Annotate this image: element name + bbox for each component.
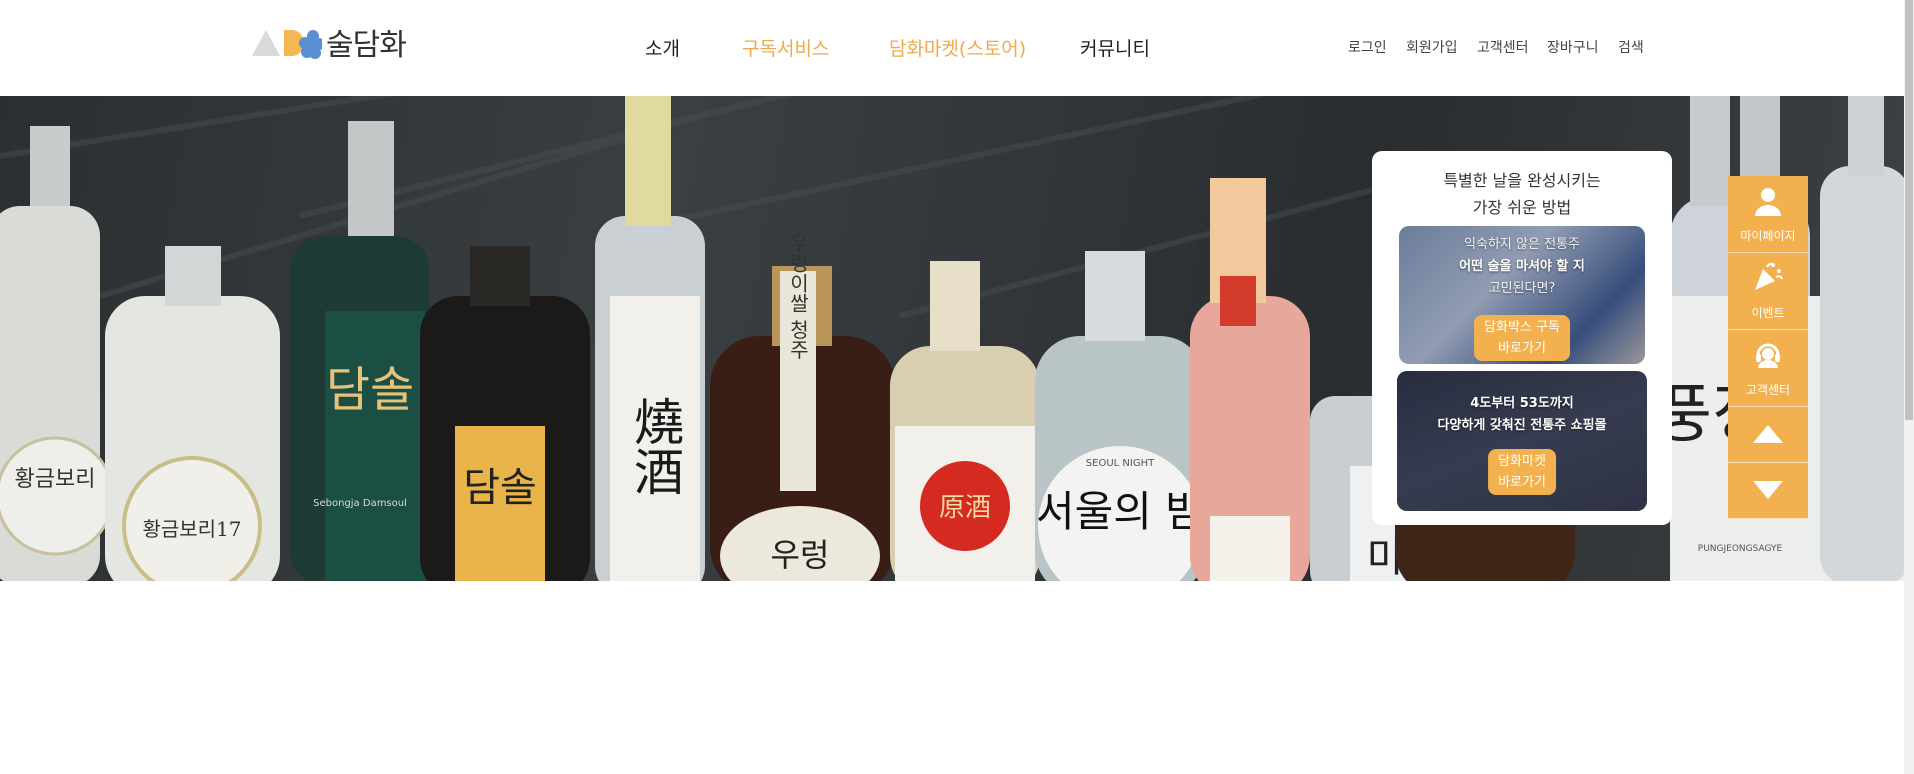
promo-title-line2: 가장 쉬운 방법 [1472,198,1572,217]
promo-title: 특별한 날을 완성시키는 가장 쉬운 방법 [1372,167,1672,221]
event-label: 이벤트 [1751,306,1785,320]
subscription-button-line2: 바로가기 [1498,341,1546,356]
nav-item-intro[interactable]: 소개 [645,34,680,61]
page-scrollbar[interactable] [1904,0,1914,774]
subscription-promo-line1: 익숙하지 않은 전통주 [1464,237,1580,252]
subscription-promo-line2: 어떤 술을 마셔야 할 지 [1459,259,1585,274]
hero-label-text: 황금보리 [15,467,96,492]
hero-label-text: Sebongja Damsoul [313,498,407,509]
nav-item-community[interactable]: 커뮤니티 [1080,34,1150,61]
promo-title-line1: 특별한 날을 완성시키는 [1443,171,1601,190]
hero-label-text: 황금보리17 [142,517,241,541]
cart-link[interactable]: 장바구니 [1547,37,1599,57]
scrollbar-thumb[interactable] [1905,0,1913,420]
headset-icon [1756,343,1780,368]
subscription-promo-text: 익숙하지 않은 전통주 어떤 술을 마셔야 할 지 고민된다면? [1399,234,1645,300]
subscription-promo[interactable]: 익숙하지 않은 전통주 어떤 술을 마셔야 할 지 고민된다면? 담화박스 구독… [1399,226,1645,364]
login-link[interactable]: 로그인 [1348,37,1387,57]
scroll-top-button[interactable] [1728,407,1808,463]
market-promo-text: 4도부터 53도까지 다양하게 갖춰진 전통주 쇼핑몰 [1397,393,1647,437]
customer-center-button[interactable]: 고객센터 [1728,330,1808,407]
subscription-goto-button[interactable]: 담화박스 구독 바로가기 [1474,315,1570,361]
customer-center-label: 고객센터 [1745,383,1791,397]
party-popper-icon [1755,262,1783,290]
hero-label-text: 담솔 [326,362,414,418]
market-promo[interactable]: 4도부터 53도까지 다양하게 갖춰진 전통주 쇼핑몰 담화마켓 바로가기 [1397,371,1647,511]
search-link[interactable]: 검색 [1618,37,1644,57]
signup-link[interactable]: 회원가입 [1406,37,1458,57]
site-header: 술담화 소개 구독서비스 담화마켓(스토어) 커뮤니티 로그인 회원가입 고객센… [0,0,1904,96]
market-goto-button[interactable]: 담화마켓 바로가기 [1488,449,1556,495]
hero-label-text: 우렁 [771,536,830,574]
hero-label-text: 燒酒 [626,396,684,496]
hero-label-text: 우렁이쌀 청주 [786,233,810,359]
hero-label-text: 서울의 밤 [1036,487,1204,536]
promo-card: 특별한 날을 완성시키는 가장 쉬운 방법 익숙하지 않은 전통주 어떤 술을 … [1372,151,1672,525]
mypage-button[interactable]: 마이페이지 [1728,176,1808,253]
hero-label-text: SEOUL NIGHT [1086,458,1155,469]
event-button[interactable]: 이벤트 [1728,253,1808,330]
market-promo-line2: 다양하게 갖춰진 전통주 쇼핑몰 [1437,418,1607,433]
nav-item-market[interactable]: 담화마켓(스토어) [889,34,1026,61]
hero-label-text: 原酒 [939,493,991,523]
subscription-button-line1: 담화박스 구독 [1484,320,1560,335]
arrow-up-icon [1753,425,1783,443]
hero-banner: 황금보리 황금보리17 담솔 Sebongja Damsoul 담솔 燒酒 우렁… [0,96,1904,581]
mypage-label: 마이페이지 [1740,229,1796,243]
arrow-down-icon [1753,481,1783,499]
market-promo-line1: 4도부터 53도까지 [1470,396,1574,411]
nav-item-subscription[interactable]: 구독서비스 [742,34,829,61]
person-icon [1755,188,1781,216]
hero-label-text: PUNGJEONGSAGYE [1698,544,1783,554]
scroll-bottom-button[interactable] [1728,463,1808,519]
market-button-line2: 바로가기 [1498,475,1546,490]
market-button-line1: 담화마켓 [1498,454,1546,469]
support-link[interactable]: 고객센터 [1477,37,1529,57]
hero-label-text: 담솔 [463,465,537,511]
subscription-promo-line3: 고민된다면? [1488,281,1556,296]
